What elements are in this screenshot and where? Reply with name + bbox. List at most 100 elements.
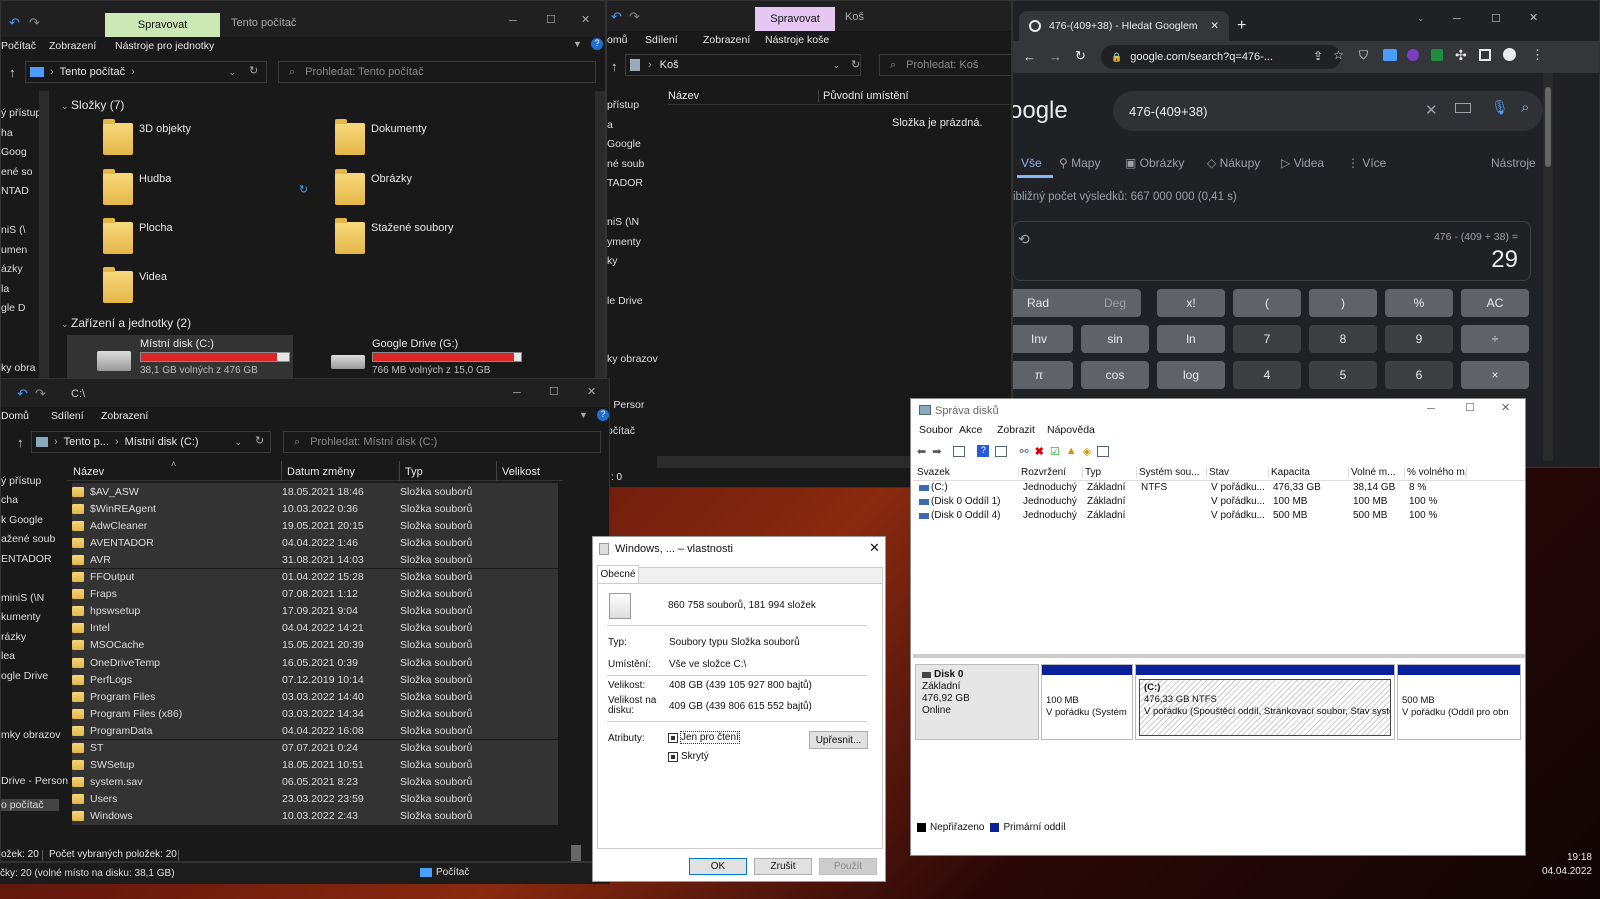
- column-header[interactable]: Stav: [1207, 467, 1269, 478]
- microphone-icon[interactable]: 🎙: [1491, 99, 1509, 116]
- nav-item[interactable]: ené so: [1, 166, 33, 178]
- calc-button[interactable]: ÷: [1461, 325, 1529, 353]
- calc-button[interactable]: log: [1157, 361, 1225, 389]
- close-icon[interactable]: ✕: [869, 540, 880, 556]
- check-icon[interactable]: ☑: [1050, 445, 1060, 458]
- refresh-icon[interactable]: ↻: [851, 58, 860, 71]
- nav-item[interactable]: a: [607, 119, 613, 131]
- column-header[interactable]: Systém sou...: [1137, 467, 1207, 478]
- keyboard-icon[interactable]: [1455, 103, 1471, 113]
- table-row[interactable]: hpswsetup 17.09.2021 9:04 Složka souborů: [72, 602, 558, 620]
- list-icon[interactable]: [1097, 445, 1110, 457]
- folders-section-header[interactable]: ⌄ Složky (7): [61, 98, 124, 112]
- table-row[interactable]: ST 07.07.2021 0:24 Složka souborů: [72, 739, 558, 757]
- column-header[interactable]: Typ: [1083, 467, 1137, 478]
- advanced-button[interactable]: Upřesnit...: [809, 731, 868, 749]
- chevron-down-icon[interactable]: ⌄: [228, 67, 236, 78]
- search-input[interactable]: ⌕ Prohledat: Tento počítač: [278, 61, 596, 83]
- table-row[interactable]: PerfLogs 07.12.2019 10:14 Složka souborů: [72, 671, 558, 689]
- menu-help[interactable]: Nápověda: [1047, 424, 1095, 436]
- partition-recovery[interactable]: 500 MB V pořádku (Oddíl pro obn: [1397, 664, 1521, 740]
- table-row[interactable]: FFOutput 01.04.2022 15:28 Složka souborů: [72, 568, 558, 586]
- table-row[interactable]: $AV_ASW 18.05.2021 18:46 Složka souborů: [72, 483, 558, 500]
- undo-icon[interactable]: ↶: [17, 386, 28, 402]
- forward-icon[interactable]: →: [1049, 49, 1062, 64]
- maximize-icon[interactable]: ☐: [546, 13, 556, 26]
- undo-icon[interactable]: ↶: [611, 9, 622, 25]
- col-type[interactable]: Typ: [399, 461, 423, 481]
- search-input[interactable]: 476-(409+38) ✕ 🎙 ⌕: [1113, 91, 1543, 131]
- new-tab-icon[interactable]: +: [1237, 17, 1246, 35]
- col-name[interactable]: Název: [73, 466, 104, 478]
- volume-row[interactable]: (Disk 0 Oddíl 1) Jednoduchý Základní V pořá…: [913, 496, 1525, 510]
- folder-music[interactable]: Hudba: [103, 169, 171, 205]
- nav-item[interactable]: miniS (\N: [1, 592, 44, 604]
- close-tab-icon[interactable]: ✕: [1210, 20, 1219, 32]
- calc-button[interactable]: sin: [1081, 325, 1149, 353]
- table-row[interactable]: SWSetup 18.05.2021 10:51 Složka souborů: [72, 756, 558, 774]
- calc-button[interactable]: 6: [1385, 361, 1453, 389]
- chevron-down-icon[interactable]: ▼: [579, 410, 588, 420]
- nav-item[interactable]: TADOR: [607, 177, 643, 189]
- nav-item[interactable]: le Drive: [607, 295, 643, 307]
- close-icon[interactable]: ✕: [587, 385, 596, 398]
- calc-button[interactable]: 8: [1309, 325, 1377, 353]
- menu-view[interactable]: Zobrazení: [49, 40, 115, 52]
- refresh-icon[interactable]: ↻: [249, 64, 258, 77]
- chevron-down-icon[interactable]: ⌄: [832, 60, 840, 71]
- profile-icon[interactable]: [1503, 48, 1516, 61]
- ok-button[interactable]: OK: [689, 858, 747, 875]
- calc-button[interactable]: ×: [1461, 361, 1529, 389]
- menu-file[interactable]: Soubor: [919, 424, 959, 436]
- menu-home[interactable]: Domů: [1, 410, 51, 422]
- drive-c[interactable]: Místní disk (C:) 38,1 GB volných z 476 G…: [67, 335, 293, 381]
- up-arrow-icon[interactable]: ↑: [17, 435, 24, 450]
- tab-general[interactable]: Obecné: [597, 565, 639, 583]
- table-row[interactable]: OneDriveTemp 16.05.2021 0:39 Složka soubor…: [72, 654, 558, 671]
- drive-g[interactable]: Google Drive (G:) 766 MB volných z 15,0 …: [297, 335, 527, 381]
- scrollbar-thumb[interactable]: [571, 845, 581, 861]
- nav-item[interactable]: ázky: [1, 263, 23, 275]
- table-row[interactable]: Windows 10.03.2022 2:43 Složka souborů: [72, 807, 558, 825]
- tab-manage[interactable]: Spravovat: [105, 13, 220, 37]
- help-icon[interactable]: ?: [591, 38, 603, 50]
- up-arrow-icon[interactable]: ↑: [9, 65, 16, 80]
- table-row[interactable]: Intel 04.04.2022 14:21 Složka souborů: [72, 619, 558, 637]
- volume-row[interactable]: (C:) Jednoduchý Základní NTFS V pořádku... 47…: [913, 482, 1525, 496]
- close-icon[interactable]: ✕: [581, 13, 590, 26]
- table-row[interactable]: Fraps 07.08.2021 1:12 Složka souborů: [72, 585, 558, 603]
- nav-item[interactable]: Google: [607, 138, 641, 150]
- folder-desktop[interactable]: Plocha: [103, 218, 173, 254]
- breadcrumb-local-disk[interactable]: Místní disk (C:): [125, 436, 199, 448]
- nav-item[interactable]: ky obra: [1, 362, 35, 374]
- nav-item[interactable]: la: [1, 283, 9, 295]
- nav-item[interactable]: ENTADOR: [1, 553, 52, 565]
- nav-item[interactable]: né soub: [607, 158, 644, 170]
- minimize-icon[interactable]: ─: [509, 15, 517, 27]
- breadcrumb[interactable]: Tento počítač: [60, 66, 125, 78]
- nav-item[interactable]: NTAD: [1, 185, 29, 197]
- table-row[interactable]: AVENTADOR 04.04.2022 1:46 Složka souborů: [72, 534, 558, 552]
- calc-button[interactable]: 9: [1385, 325, 1453, 353]
- refresh-icon[interactable]: ↻: [255, 434, 264, 447]
- tab-maps[interactable]: ⚲ Mapy: [1059, 156, 1100, 170]
- redo-icon[interactable]: ↷: [29, 15, 40, 31]
- column-header[interactable]: Svazek: [915, 467, 1019, 478]
- calc-button[interactable]: 4: [1233, 361, 1301, 389]
- puzzle-icon[interactable]: ✣: [1455, 47, 1467, 64]
- nav-item[interactable]: kumenty: [1, 611, 41, 623]
- calc-button[interactable]: AC: [1461, 289, 1529, 317]
- url-bar[interactable]: 🔒 google.com/search?q=476-...: [1101, 45, 1341, 69]
- tab-tools[interactable]: Nástroje: [1491, 156, 1536, 170]
- close-icon[interactable]: ✕: [1501, 401, 1510, 414]
- help-icon[interactable]: ?: [977, 445, 990, 457]
- nav-item[interactable]: očítač: [607, 425, 635, 437]
- nav-item-selected[interactable]: o počítač: [1, 799, 59, 811]
- partition-system[interactable]: 100 MB V pořádku (Systém: [1041, 664, 1133, 740]
- menu-drive-tools[interactable]: Nástroje pro jednotky: [115, 40, 214, 52]
- nav-item[interactable]: ý přístup: [1, 107, 41, 119]
- calc-button[interactable]: ): [1309, 289, 1377, 317]
- folder-videos[interactable]: Videa: [103, 267, 167, 303]
- column-header[interactable]: Rozvržení: [1019, 467, 1083, 478]
- menu-view[interactable]: Zobrazení: [101, 410, 148, 422]
